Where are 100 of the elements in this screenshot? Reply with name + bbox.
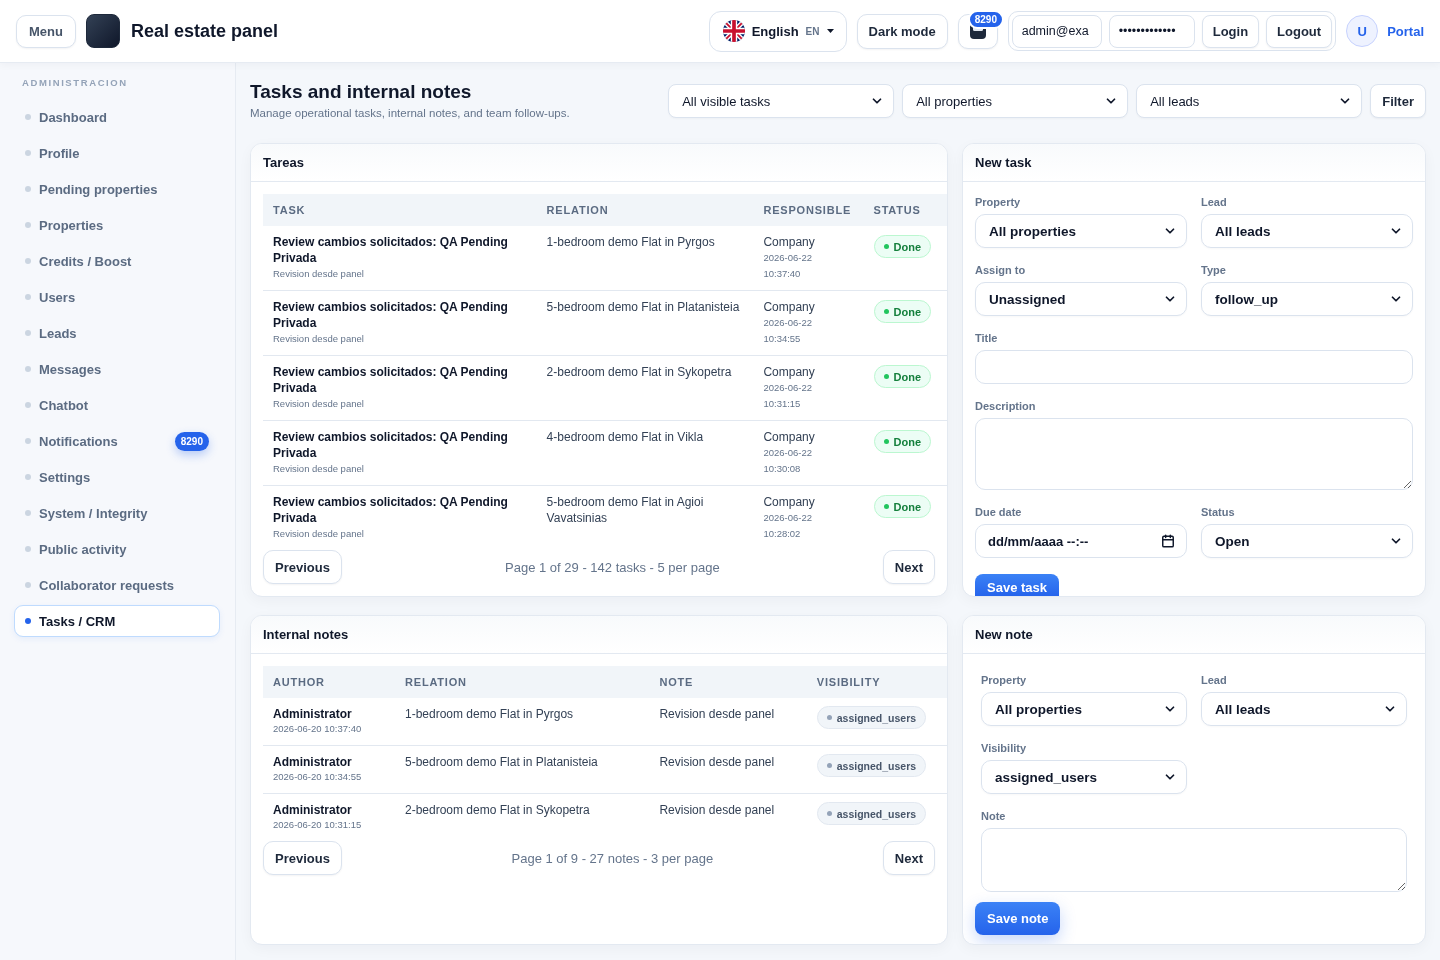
sidebar-item[interactable]: Messages <box>14 353 220 385</box>
section-label: ADMINISTRACION <box>21 77 129 89</box>
sidebar-item[interactable]: Notifications 8290 <box>14 425 220 457</box>
page-title: Tasks and internal notes <box>250 81 473 103</box>
user-avatar[interactable]: U <box>1346 15 1379 47</box>
notification-badge: 8290 <box>967 9 1004 29</box>
bullet-icon <box>25 474 31 480</box>
field-label: Type <box>1201 264 1227 277</box>
dropdown-field[interactable]: Unassigned <box>975 282 1187 316</box>
column-header: NOTE <box>649 666 807 698</box>
sidebar-item[interactable]: Profile <box>14 137 220 169</box>
dropdown-field[interactable]: All leads <box>1201 214 1413 248</box>
bullet-icon <box>25 366 31 372</box>
status-dot-icon <box>883 244 889 249</box>
status-label: Done <box>893 435 922 448</box>
field-label: Lead <box>1201 196 1228 209</box>
login-button[interactable]: Login <box>1201 14 1260 48</box>
relation-text: 2-bedroom demo Flat in Sykopetra <box>546 364 733 380</box>
dropdown-field[interactable]: All leads <box>1201 692 1407 726</box>
status-dot-icon <box>883 309 889 314</box>
filter-dropdown[interactable]: All properties <box>902 84 1129 118</box>
sidebar-item[interactable]: Users <box>14 281 220 313</box>
relation-text: 5-bedroom demo Flat in Platanisteia <box>405 754 599 770</box>
bullet-icon <box>25 402 31 408</box>
textarea-field[interactable] <box>981 828 1407 892</box>
sidebar-item[interactable]: System / Integrity <box>14 497 220 529</box>
note-text: Revision desde panel <box>659 754 776 770</box>
date-field[interactable]: dd/mm/aaaa --:-- <box>975 524 1187 558</box>
next-button[interactable]: Next <box>882 841 935 875</box>
textarea-field[interactable] <box>975 418 1413 490</box>
menu-button[interactable]: Menu <box>16 14 76 48</box>
logout-button[interactable]: Logout <box>1266 14 1333 48</box>
sidebar-item[interactable]: Dashboard <box>14 101 220 133</box>
status-label: Done <box>893 240 922 253</box>
filter-button[interactable]: Filter <box>1370 84 1426 118</box>
status-dot-icon <box>826 763 832 768</box>
relation-text: 4-bedroom demo Flat in Vikla <box>546 429 705 445</box>
previous-button[interactable]: Previous <box>263 550 342 584</box>
portal-link[interactable]: Portal <box>1387 23 1424 39</box>
visibility-label: assigned_users <box>836 759 917 772</box>
dropdown-field[interactable]: All properties <box>975 214 1187 248</box>
task-description: Revision desde panel <box>273 462 365 476</box>
note-timestamp: 2026-06-20 10:34:55 <box>273 770 363 784</box>
dropdown-field[interactable]: follow_up <box>1201 282 1413 316</box>
responsible-name: Company <box>763 494 816 510</box>
sidebar-item[interactable]: Properties <box>14 209 220 241</box>
sidebar-item[interactable]: Public activity <box>14 533 220 565</box>
filter-dropdown[interactable]: All leads <box>1136 84 1363 118</box>
field-label: Lead <box>1201 674 1228 687</box>
sidebar-item[interactable]: Collaborator requests <box>14 569 220 601</box>
dropdown-field[interactable]: Open <box>1201 524 1413 558</box>
relation-text: 2-bedroom demo Flat in Sykopetra <box>405 802 591 818</box>
pagination-info: Page 1 of 29 - 142 tasks - 5 per page <box>505 559 720 575</box>
task-title: Review cambios solicitados: QA Pending Privada <box>273 364 509 396</box>
calendar-icon <box>1161 534 1175 548</box>
save-note-button[interactable]: Save note <box>975 902 1061 935</box>
field-label: Assign to <box>975 264 1027 277</box>
sidebar-item[interactable]: Settings <box>14 461 220 493</box>
note-timestamp: 2026-06-20 10:31:15 <box>273 818 363 832</box>
field-label: Due date <box>975 506 1023 519</box>
task-title: Review cambios solicitados: QA Pending Privada <box>273 299 509 331</box>
task-timestamp: 2026-06-22 10:28:02 <box>763 511 814 541</box>
field-label: Status <box>1201 506 1236 519</box>
status-dot-icon <box>826 715 832 720</box>
responsible-name: Company <box>763 299 816 315</box>
bullet-icon <box>25 258 31 264</box>
status-label: Done <box>893 305 922 318</box>
field-label: Property <box>975 196 1022 209</box>
relation-text: 1-bedroom demo Flat in Pyrgos <box>546 234 716 250</box>
next-button[interactable]: Next <box>882 550 935 584</box>
field-label: Note <box>981 810 1007 823</box>
sidebar-item[interactable]: Leads <box>14 317 220 349</box>
bullet-icon <box>25 294 31 300</box>
sidebar-item[interactable]: Tasks / CRM <box>14 605 220 637</box>
bullet-icon <box>25 222 31 228</box>
bullet-icon <box>25 150 31 156</box>
task-description: Revision desde panel <box>273 332 365 346</box>
text-field[interactable] <box>975 350 1413 384</box>
dropdown-field[interactable]: assigned_users <box>981 760 1187 794</box>
logo-icon <box>85 14 120 48</box>
dark-mode-button[interactable]: Dark mode <box>856 13 948 49</box>
password-field[interactable]: ••••••••••••• <box>1108 14 1195 48</box>
dropdown-field[interactable]: All properties <box>981 692 1187 726</box>
filter-dropdown[interactable]: All visible tasks <box>668 84 895 118</box>
save-task-button[interactable]: Save task <box>975 574 1059 596</box>
author-name: Administrator <box>273 802 353 818</box>
field-label: Visibility <box>981 742 1028 755</box>
flag-icon <box>722 20 745 42</box>
responsible-name: Company <box>763 429 816 445</box>
language-selector[interactable]: English EN <box>708 10 847 52</box>
previous-button[interactable]: Previous <box>263 841 342 875</box>
status-label: Done <box>893 370 922 383</box>
field-label: Description <box>975 400 1037 413</box>
sidebar-item[interactable]: Pending properties <box>14 173 220 205</box>
bullet-icon <box>25 330 31 336</box>
brand-name: Real estate panel <box>130 20 279 42</box>
sidebar-item[interactable]: Chatbot <box>14 389 220 421</box>
relation-text: 1-bedroom demo Flat in Pyrgos <box>405 706 575 722</box>
email-field[interactable]: admin@exa <box>1011 14 1102 48</box>
sidebar-item[interactable]: Credits / Boost <box>14 245 220 277</box>
